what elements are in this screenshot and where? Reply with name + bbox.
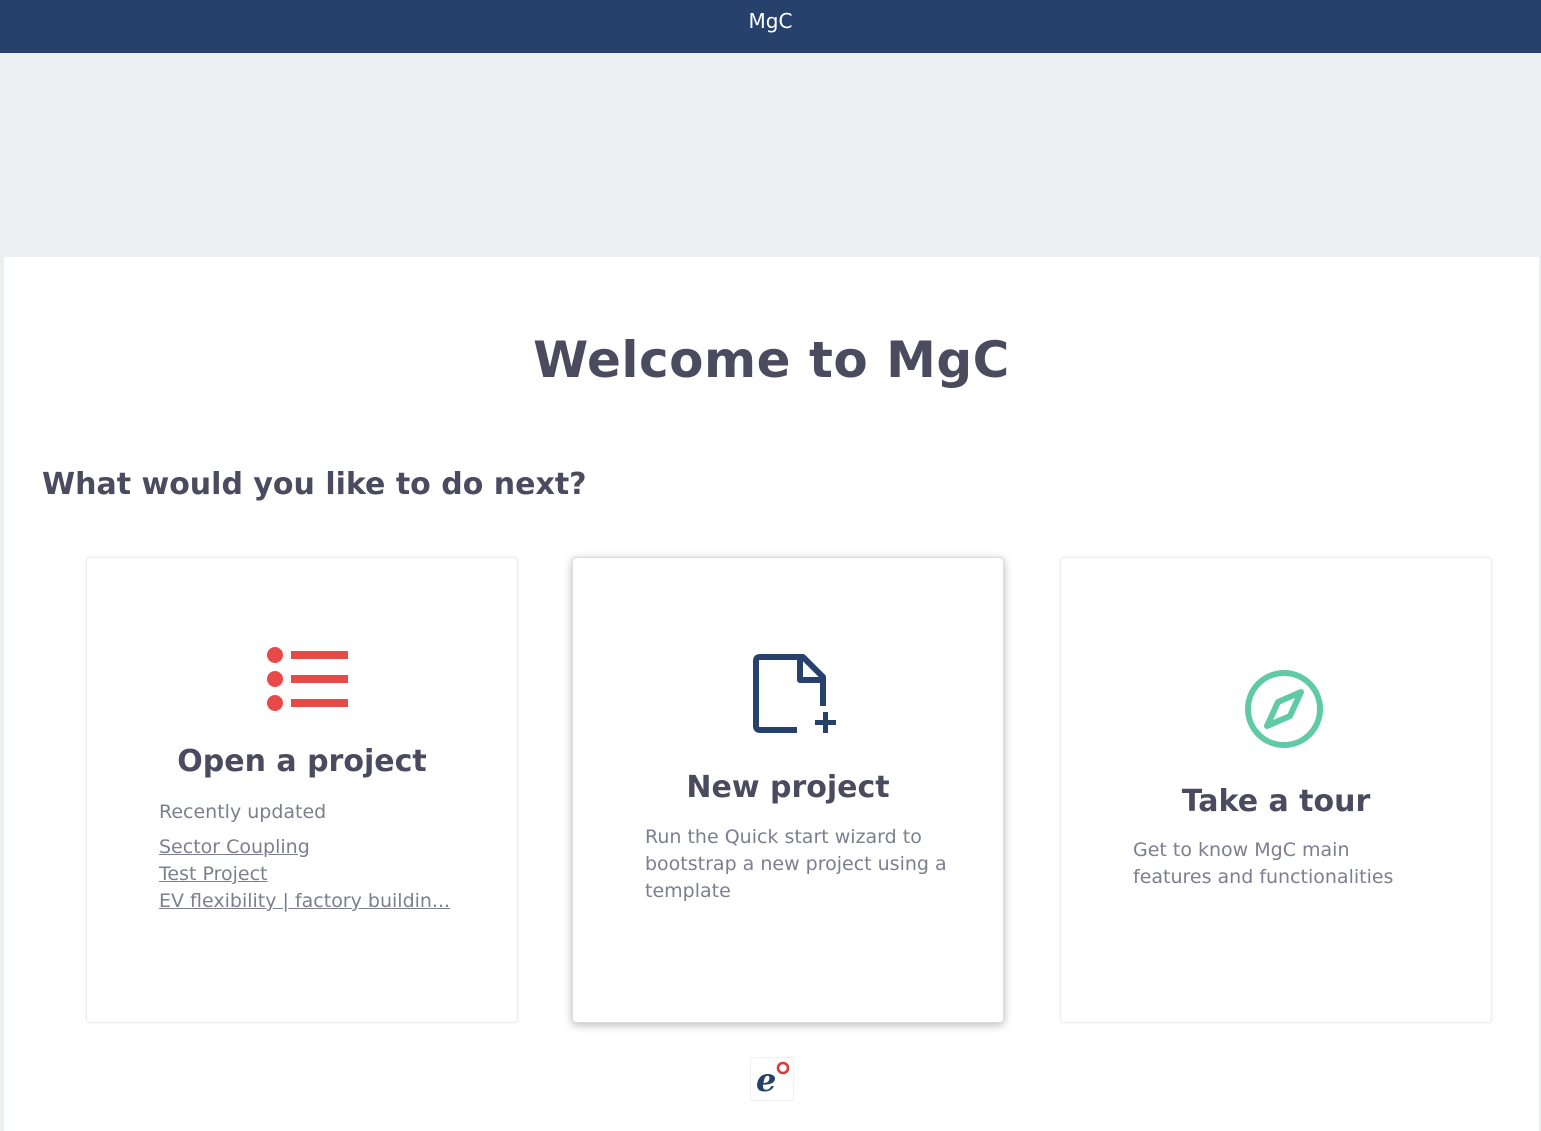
- welcome-title: Welcome to MgC: [533, 331, 1010, 389]
- recent-project-link[interactable]: Sector Coupling: [159, 836, 310, 858]
- compass-icon: [1245, 670, 1323, 748]
- new-file-icon: [753, 654, 836, 733]
- recent-project-link[interactable]: Test Project: [159, 863, 267, 885]
- new-project-title: New project: [686, 770, 890, 805]
- list-item: Sector Coupling: [159, 834, 450, 861]
- list-icon: [267, 647, 348, 711]
- take-tour-card[interactable]: Take a tour Get to know MgC main feature…: [1060, 557, 1492, 1023]
- new-project-description: Run the Quick start wizard to bootstrap …: [645, 826, 947, 902]
- window-title: MgC: [748, 8, 793, 33]
- svg-text:e: e: [756, 1061, 776, 1099]
- list-item: Test Project: [159, 861, 450, 888]
- next-heading: What would you like to do next?: [42, 467, 587, 502]
- welcome-panel: Welcome to MgC What would you like to do…: [4, 257, 1539, 1131]
- take-tour-title: Take a tour: [1181, 784, 1371, 819]
- new-project-card[interactable]: New project Run the Quick start wizard t…: [572, 557, 1004, 1023]
- recent-project-link[interactable]: EV flexibility | factory buildin...: [159, 890, 450, 912]
- open-project-title: Open a project: [177, 744, 427, 779]
- open-project-card[interactable]: Open a project Recently updated Sector C…: [86, 557, 518, 1023]
- recently-updated-label: Recently updated: [159, 801, 327, 823]
- take-tour-description: Get to know MgC main features and functi…: [1133, 839, 1394, 888]
- window-titlebar: MgC: [0, 0, 1541, 53]
- e-logo: e: [750, 1057, 794, 1101]
- list-item: EV flexibility | factory buildin...: [159, 888, 450, 915]
- recent-projects-list: Sector Coupling Test Project EV flexibil…: [159, 834, 450, 915]
